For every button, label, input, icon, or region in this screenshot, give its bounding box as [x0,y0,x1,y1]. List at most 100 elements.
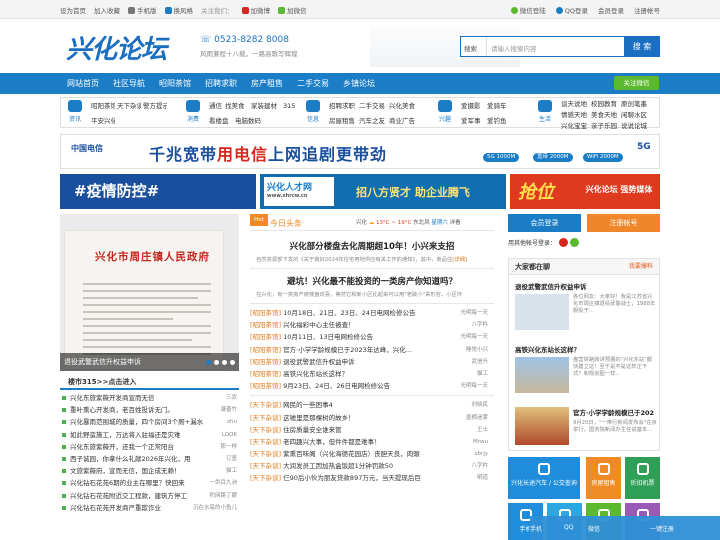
list-item[interactable]: 文旅紫薇府，宣而无信，国企成无赖！ 猫工 [60,465,239,477]
nav-community[interactable]: 社区导航 [106,73,152,94]
news-category[interactable]: [昭阳茶馆] [250,346,281,354]
news-category[interactable]: [天下杂谈] [250,474,281,482]
register-button[interactable]: 注册帐号 [587,214,660,232]
trending-thumbnail[interactable] [515,294,569,330]
headline-1[interactable]: 兴化部分楼盘去化周期超10年！小兴来支招 [250,240,494,252]
news-category[interactable]: [天下杂谈] [250,450,281,458]
news-author[interactable]: 光明每一天 [460,331,488,343]
news-item[interactable]: [昭阳茶馆] 高铁兴化东站长这样？ 猫工 [250,368,494,380]
list-item[interactable]: 兴化东旅紫薇开，还我一个正常阳台 那一样 [60,441,239,453]
member-login-button[interactable]: 会员登录 [508,214,581,232]
category-link[interactable]: 通信 [209,101,223,112]
housing-tile[interactable]: 房屋租售 [586,457,621,499]
search-input[interactable]: 请输入搜索内容 [491,43,537,53]
list-item[interactable]: 兴化钻石花苑开发商严重欺诈业 沉在水底的小鱼儿 [60,502,239,514]
list-item-title[interactable]: 兴化暴雨范围城的质量，四个房间3个厕+漏水 [70,418,203,426]
category-link[interactable]: 爱钓鱼 [487,116,511,127]
list-item[interactable]: 兴化钻石花苑附近交工程款，建筑方停工 积网路丁娜 [60,490,239,502]
nav-housing[interactable]: 房产租售 [244,73,290,94]
news-author[interactable]: 八字杵 [471,319,488,331]
category-link[interactable]: 商业广告 [389,116,417,127]
list-item-author[interactable]: 订壹 [226,453,237,465]
list-item-title[interactable]: 兴化钻石花苑6期的业主在哪里？快回来 [70,479,185,487]
news-title[interactable]: 官方·小学学龄规模已于2023年达峰，兴化... [283,346,412,354]
trending-title[interactable]: 高铁兴化东站长这样？ [515,344,655,354]
list-item[interactable]: 重叶熏心开发商，老百姓投诉无门。 凝善竹 [60,404,239,416]
register-link[interactable]: 注册帐号 [634,5,660,15]
news-author[interactable]: 刘晓民 [471,399,488,411]
list-item[interactable]: 西子诚园，你拿什么礼献2026年兴化，用 订壹 [60,453,239,465]
category-link[interactable]: 兴化美食 [389,101,417,112]
trending-title[interactable]: 官方·小学学龄规模已于202 [573,407,657,417]
list-item[interactable]: 如此野蛮施工，万达将入驻福还是灾难 LOOK [60,429,239,441]
list-item-author[interactable]: 沉在水底的小鱼儿 [193,502,237,514]
news-author[interactable]: 光明每一天 [460,307,488,319]
category-link[interactable]: 天下杂谈 [117,101,141,112]
wechat-login-link[interactable]: 微信登陆 [510,5,546,15]
list-item[interactable]: 兴化东旅紫薇开发商宣而无信 三农 [60,392,239,404]
list-item-author[interactable]: 三农 [226,392,237,404]
qq-login-link[interactable]: QQ登录 [555,5,588,15]
news-title[interactable]: 这嘘里是那棵树的故乡！ [283,414,355,422]
category-link[interactable]: 昭阳茶馆 [91,101,115,112]
nav-home[interactable]: 网站首页 [60,73,106,94]
trending-item[interactable]: 高铁兴化东站长这样？ 盘营铁路跨讲预展的"兴化东站"都快建立这！至于是不是这样正… [515,344,655,399]
news-title[interactable]: 10月11日、13日电网检修公告 [283,333,373,341]
nav-secondhand[interactable]: 二手交易 [290,73,336,94]
news-category[interactable]: [昭阳茶馆] [250,333,281,341]
list-item-title[interactable]: 兴化东旅紫薇开，还我一个正常阳台 [70,443,174,451]
search-button[interactable]: 搜 索 [624,36,660,57]
image-slider[interactable]: 兴化市周庄镇人民政府 退役武警武信升权益申诉 [60,214,239,371]
category-link[interactable]: 亲子乐园 [591,122,619,131]
news-title[interactable]: 仨90后小伙为朋友贷款897万元，当天提现后巨 [283,474,421,482]
category-link[interactable]: 爱摄影 [461,101,485,112]
housing-315-header[interactable]: 楼市315>>点击进入 [60,376,239,390]
list-item[interactable]: 兴化暴雨范围城的质量，四个房间3个厕+漏水 zhu [60,416,239,428]
follow-wechat-button[interactable]: 关注微信 [614,76,659,90]
list-item-title[interactable]: 文旅紫薇府，宣而无信，国企成无赖！ [70,467,181,475]
change-style-link[interactable]: 换风格 [164,5,193,15]
list-item-title[interactable]: 重叶熏心开发商，老百姓投诉无门。 [70,406,174,414]
news-title[interactable]: 9月23日、24日、26日电网检修公告 [283,382,390,390]
news-title[interactable]: 高铁兴化东站长这样？ [283,370,348,378]
trending-thumbnail[interactable] [515,407,569,445]
list-item-title[interactable]: 兴化钻石花苑附近交工程款，建筑方停工 [70,492,187,500]
trending-item[interactable]: 退役武警武信升权益申诉 各位网友：大家好！我是江苏省兴化市周庄镇退役武警战士，1… [515,281,655,336]
nav-teahouse[interactable]: 昭阳茶馆 [152,73,198,94]
news-author[interactable]: 明道 [477,472,488,484]
category-link[interactable]: 说说论城 [621,122,649,131]
news-author[interactable]: 八字杵 [471,460,488,472]
list-item[interactable]: 兴化钻石花苑6期的业主在哪里？快回来 一剑目九洲 [60,477,239,489]
weather-detail-link[interactable]: 详看 [450,220,461,226]
category-link[interactable]: 找美食 [225,101,249,112]
report-link[interactable]: 我要爆料 [629,259,653,275]
list-item-author[interactable]: 猫工 [226,465,237,477]
category-link[interactable]: 美食天地 [591,111,619,120]
category-link[interactable]: 情感天地 [561,111,589,120]
news-author[interactable]: 武信升 [471,356,488,368]
category-link[interactable]: 家装建材 [251,101,281,112]
category-link[interactable]: 兴化宝宝 [561,122,589,131]
news-title[interactable]: 兴化福彩中心主任被查！ [283,321,355,329]
headline-2[interactable]: 避坑！兴化最不能投资的一类房产你知道吗？ [250,275,494,287]
bottom-qq-link[interactable]: QQ [564,524,573,531]
bottom-wechat-link[interactable]: 微信 [588,524,600,533]
list-item-author[interactable]: zhu [227,416,237,428]
news-item[interactable]: [昭阳茶馆] 兴化福彩中心主任被查！ 八字杵 [250,319,494,331]
news-title[interactable]: 网民的一些困事4 [283,401,333,409]
follow-weibo-link[interactable]: 加微博 [241,5,270,15]
news-category[interactable]: [天下杂谈] [250,438,281,446]
news-category[interactable]: [天下杂谈] [250,426,281,434]
category-link[interactable]: 房屋租售 [329,116,357,127]
talent-ad[interactable]: 兴化人才网 www.xhrcw.cn 招八方贤才 助企业腾飞 [260,174,506,209]
news-author[interactable]: Mrwu [473,436,488,448]
news-category[interactable]: [昭阳茶馆] [250,321,281,329]
list-item-author[interactable]: 积网路丁娜 [209,490,237,502]
news-item[interactable]: [天下杂谈] 仨90后小伙为朋友贷款897万元，当天提现后巨 明道 [250,472,494,484]
news-title[interactable]: 退役武警武信升权益申诉 [283,358,355,366]
news-category[interactable]: [昭阳茶馆] [250,382,281,390]
category-link[interactable]: 平安兴化 [91,116,115,127]
news-item[interactable]: [天下杂谈] 紫熏百味阁（兴化海德花园店）丧胆天良，肉頭 xbrjy [250,448,494,460]
site-logo[interactable]: 兴化论坛 [66,29,167,66]
list-item-author[interactable]: 一剑目九洲 [209,477,237,489]
